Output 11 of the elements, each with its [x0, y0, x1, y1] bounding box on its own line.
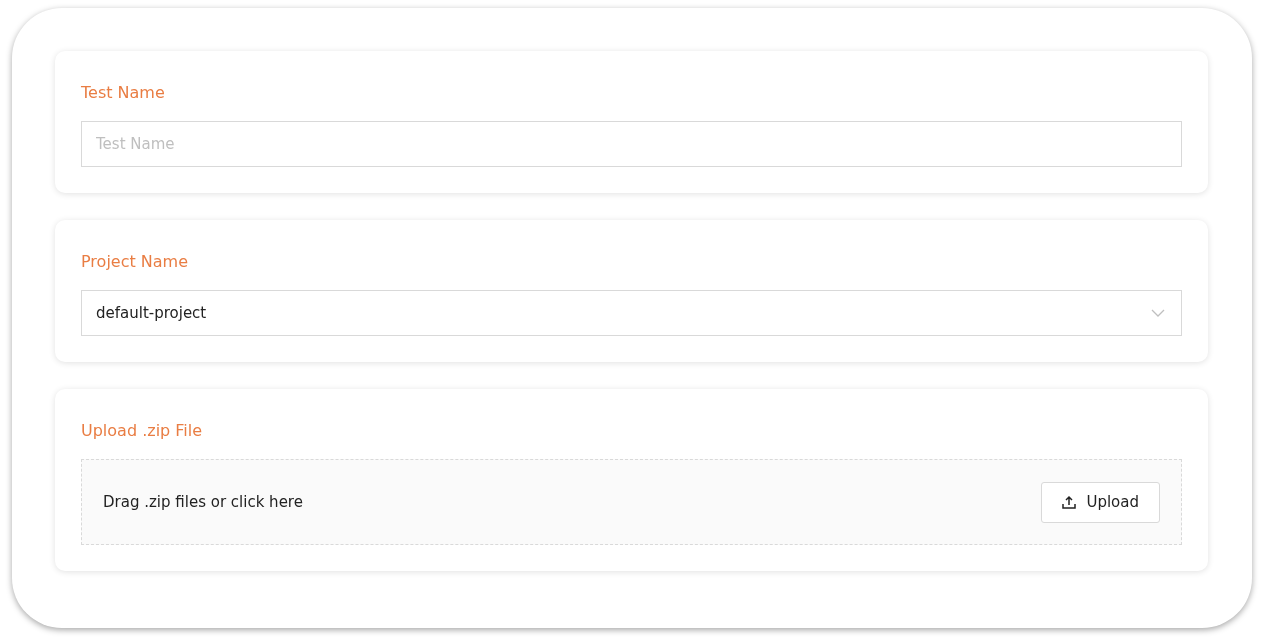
field-label: Test Name [81, 83, 166, 103]
field-label: Upload .zip File [81, 421, 204, 441]
drop-hint: Drag .zip files or click here [103, 491, 303, 513]
field-label: Project Name [81, 252, 190, 272]
input-field[interactable]: Test Name [81, 121, 1182, 167]
chevron-down-icon [1151, 309, 1165, 317]
selected-value: default-project [96, 302, 207, 324]
project-dropdown[interactable]: default-project [81, 290, 1182, 336]
upload-button[interactable]: Upload [1041, 481, 1160, 523]
drop-zone[interactable]: Drag .zip files or click here Upload [81, 459, 1182, 545]
upload-icon [1062, 495, 1077, 509]
